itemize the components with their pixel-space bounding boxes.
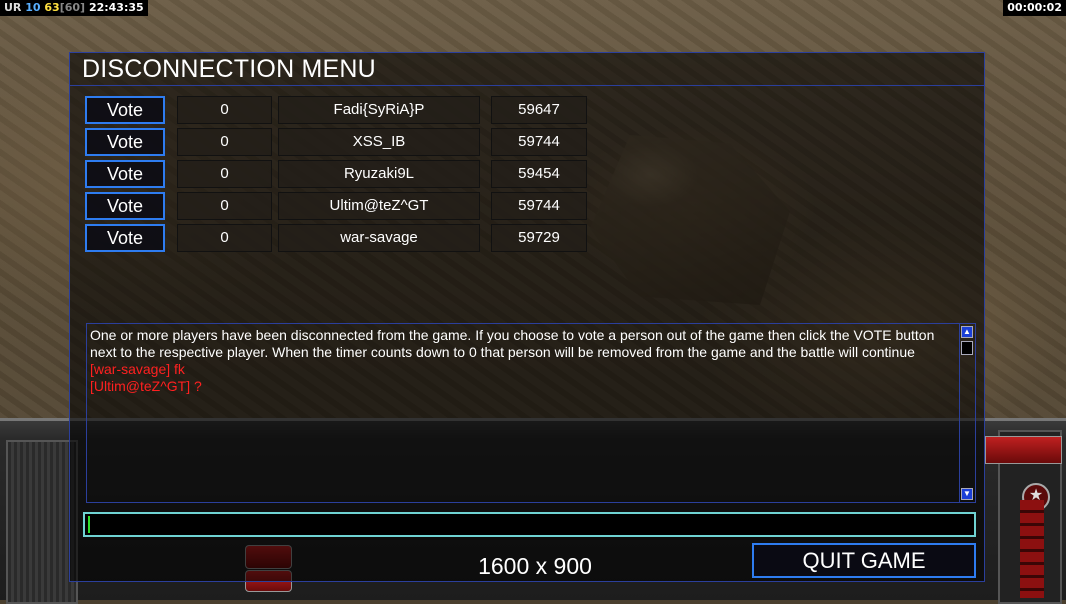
player-name: XSS_IB [278, 128, 480, 156]
status-ur: UR [4, 1, 22, 14]
disconnection-dialog: DISCONNECTION MENU Vote 0 Fadi{SyRiA}P 5… [69, 52, 985, 582]
player-ping: 59454 [491, 160, 587, 188]
chat-log: One or more players have been disconnect… [86, 323, 976, 503]
chat-scrollbar[interactable]: ▲ ▼ [959, 324, 975, 502]
vote-count: 0 [177, 96, 272, 124]
text-caret [88, 516, 90, 533]
network-status: UR 10 63[60] 22:43:35 [0, 0, 148, 16]
chat-log-text: One or more players have been disconnect… [90, 327, 958, 395]
status-clock: 22:43:35 [88, 1, 144, 14]
chat-message: [war-savage] fk [90, 361, 185, 377]
quit-game-button[interactable]: QUIT GAME [752, 543, 976, 578]
status-fps-limit: [60] [59, 1, 86, 14]
control-bar-red-button[interactable] [985, 436, 1062, 464]
vote-button[interactable]: Vote [85, 224, 165, 252]
resolution-label: 1600 x 900 [478, 553, 592, 579]
player-ping: 59729 [491, 224, 587, 252]
player-name: Fadi{SyRiA}P [278, 96, 480, 124]
vote-button[interactable]: Vote [85, 192, 165, 220]
scroll-up-arrow-icon[interactable]: ▲ [961, 326, 973, 338]
scroll-down-arrow-icon[interactable]: ▼ [961, 488, 973, 500]
player-name: Ultim@teZ^GT [278, 192, 480, 220]
vote-count: 0 [177, 128, 272, 156]
player-name: Ryuzaki9L [278, 160, 480, 188]
chat-message: [Ultim@teZ^GT] ? [90, 378, 202, 394]
scroll-thumb[interactable] [961, 341, 973, 355]
vote-button[interactable]: Vote [85, 160, 165, 188]
vote-count: 0 [177, 160, 272, 188]
vote-count: 0 [177, 192, 272, 220]
chat-input[interactable] [83, 512, 976, 537]
status-fps: 63 [44, 1, 60, 14]
power-meter [1020, 500, 1044, 598]
vote-button[interactable]: Vote [85, 128, 165, 156]
control-bar-left-panel [6, 440, 78, 604]
disconnect-info-text: One or more players have been disconnect… [90, 327, 935, 360]
player-ping: 59744 [491, 128, 587, 156]
player-name: war-savage [278, 224, 480, 252]
player-ping: 59744 [491, 192, 587, 220]
vote-count: 0 [177, 224, 272, 252]
status-value-10: 10 [25, 1, 41, 14]
vote-button[interactable]: Vote [85, 96, 165, 124]
game-timer: 00:00:02 [1003, 0, 1066, 16]
dialog-title: DISCONNECTION MENU [70, 53, 984, 86]
player-ping: 59647 [491, 96, 587, 124]
